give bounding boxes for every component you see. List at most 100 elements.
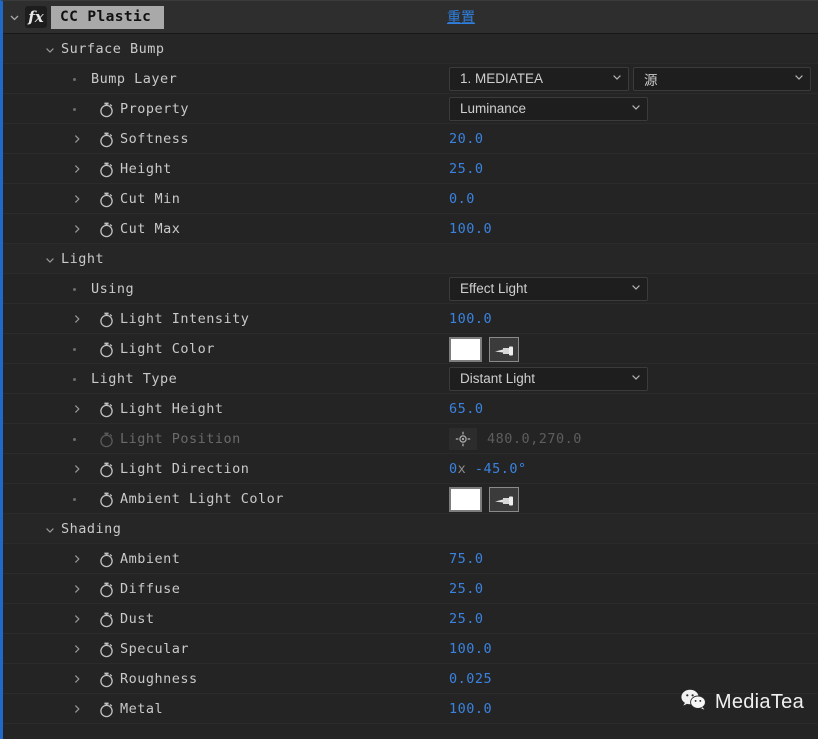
- chevron-right-icon[interactable]: [70, 614, 84, 626]
- property-value[interactable]: 20.0: [449, 131, 484, 147]
- chevron-right-icon[interactable]: [70, 164, 84, 176]
- stopwatch-icon[interactable]: [98, 131, 115, 148]
- property-row-bump-layer[interactable]: Bump Layer 1. MEDIATEA 源: [3, 64, 818, 94]
- dropdown-bump-layer[interactable]: 1. MEDIATEA: [449, 66, 629, 91]
- chevron-right-icon[interactable]: [70, 134, 84, 146]
- property-label: Ambient Light Color: [120, 490, 284, 507]
- property-value[interactable]: 100.0: [449, 701, 492, 717]
- chevron-down-icon[interactable]: [3, 12, 25, 23]
- property-row-light-height[interactable]: Light Height 65.0: [3, 394, 818, 424]
- dropdown-value: Luminance: [460, 101, 527, 116]
- group-row-surface-bump[interactable]: Surface Bump: [3, 34, 818, 64]
- property-label: Using: [91, 280, 135, 297]
- property-row-specular[interactable]: Specular 100.0: [3, 634, 818, 664]
- stopwatch-icon[interactable]: [98, 191, 115, 208]
- property-value[interactable]: 25.0: [449, 161, 484, 177]
- stopwatch-icon[interactable]: [98, 311, 115, 328]
- stopwatch-icon[interactable]: [98, 701, 115, 718]
- chevron-right-icon[interactable]: [70, 404, 84, 416]
- group-row-shading[interactable]: Shading: [3, 514, 818, 544]
- property-rows: Surface Bump Bump Layer 1. MEDIATEA 源 Proper…: [3, 34, 818, 739]
- property-row-light-type[interactable]: Light Type Distant Light: [3, 364, 818, 394]
- stopwatch-icon[interactable]: [98, 161, 115, 178]
- property-row-roughness[interactable]: Roughness 0.025: [3, 664, 818, 694]
- chevron-down-icon[interactable]: [43, 45, 57, 57]
- property-value[interactable]: 75.0: [449, 551, 484, 567]
- property-row-cut-min[interactable]: Cut Min 0.0: [3, 184, 818, 214]
- property-row-diffuse[interactable]: Diffuse 25.0: [3, 574, 818, 604]
- effect-header[interactable]: fx CC Plastic 重置: [3, 1, 818, 34]
- property-row-cut-max[interactable]: Cut Max 100.0: [3, 214, 818, 244]
- property-value[interactable]: 25.0: [449, 611, 484, 627]
- color-swatch[interactable]: [449, 487, 482, 512]
- property-row-ambient[interactable]: Ambient 75.0: [3, 544, 818, 574]
- stopwatch-icon[interactable]: [98, 401, 115, 418]
- property-value[interactable]: 100.0: [449, 221, 492, 237]
- reset-link[interactable]: 重置: [447, 7, 475, 27]
- stopwatch-icon[interactable]: [98, 341, 115, 358]
- property-row-light-color[interactable]: Light Color: [3, 334, 818, 364]
- stopwatch-icon[interactable]: [98, 641, 115, 658]
- stopwatch-icon[interactable]: [98, 611, 115, 628]
- stopwatch-icon[interactable]: [98, 491, 115, 508]
- chevron-right-icon[interactable]: [70, 674, 84, 686]
- bullet-icon: [73, 438, 76, 441]
- property-label: Dust: [120, 610, 155, 627]
- color-swatch[interactable]: [449, 337, 482, 362]
- stopwatch-icon[interactable]: [98, 221, 115, 238]
- property-row-metal[interactable]: Metal 100.0: [3, 694, 818, 724]
- property-row-dust[interactable]: Dust 25.0: [3, 604, 818, 634]
- property-row-property[interactable]: Property Luminance: [3, 94, 818, 124]
- property-row-light-direction[interactable]: Light Direction 0x -45.0°: [3, 454, 818, 484]
- chevron-right-icon[interactable]: [70, 194, 84, 206]
- eyedropper-icon[interactable]: [489, 487, 519, 512]
- property-value[interactable]: 480.0,270.0: [487, 431, 582, 447]
- stopwatch-icon[interactable]: [98, 431, 115, 448]
- bullet-icon: [73, 378, 76, 381]
- dropdown-property[interactable]: Luminance: [449, 96, 648, 121]
- property-label: Property: [120, 100, 190, 117]
- chevron-right-icon[interactable]: [70, 554, 84, 566]
- stopwatch-icon[interactable]: [98, 461, 115, 478]
- property-row-ambient-light-color[interactable]: Ambient Light Color: [3, 484, 818, 514]
- rotation-separator: x: [457, 460, 467, 477]
- property-row-height[interactable]: Height 25.0: [3, 154, 818, 184]
- rotation-revolutions: 0: [449, 460, 458, 477]
- dropdown-value: Effect Light: [460, 281, 528, 296]
- stopwatch-icon[interactable]: [98, 101, 115, 118]
- chevron-down-icon[interactable]: [43, 525, 57, 537]
- stopwatch-icon[interactable]: [98, 671, 115, 688]
- chevron-right-icon[interactable]: [70, 644, 84, 656]
- property-label: Specular: [120, 640, 190, 657]
- property-value[interactable]: 0.025: [449, 671, 492, 687]
- chevron-right-icon[interactable]: [70, 584, 84, 596]
- chevron-right-icon[interactable]: [70, 314, 84, 326]
- property-row-light-position[interactable]: Light Position 480.0,270.0: [3, 424, 818, 454]
- property-row-using[interactable]: Using Effect Light: [3, 274, 818, 304]
- effect-name[interactable]: CC Plastic: [51, 5, 165, 29]
- stopwatch-icon[interactable]: [98, 551, 115, 568]
- property-value[interactable]: 100.0: [449, 641, 492, 657]
- dropdown-using[interactable]: Effect Light: [449, 276, 648, 301]
- fx-icon[interactable]: fx: [25, 6, 47, 28]
- eyedropper-icon[interactable]: [489, 337, 519, 362]
- property-value[interactable]: 0.0: [449, 191, 475, 207]
- property-value[interactable]: 25.0: [449, 581, 484, 597]
- property-value[interactable]: 65.0: [449, 401, 484, 417]
- crosshair-icon[interactable]: [449, 428, 477, 450]
- property-row-light-intensity[interactable]: Light Intensity 100.0: [3, 304, 818, 334]
- chevron-right-icon[interactable]: [70, 464, 84, 476]
- stopwatch-icon[interactable]: [98, 581, 115, 598]
- chevron-right-icon[interactable]: [70, 224, 84, 236]
- property-value[interactable]: 0x -45.0°: [449, 461, 527, 477]
- group-label: Surface Bump: [61, 40, 165, 57]
- group-label: Shading: [61, 520, 122, 537]
- chevron-down-icon[interactable]: [43, 255, 57, 267]
- group-row-light[interactable]: Light: [3, 244, 818, 274]
- dropdown-bump-layer-source[interactable]: 源: [633, 66, 811, 91]
- dropdown-light-type[interactable]: Distant Light: [449, 366, 648, 391]
- chevron-down-icon: [631, 282, 641, 295]
- chevron-right-icon[interactable]: [70, 704, 84, 716]
- property-row-softness[interactable]: Softness 20.0: [3, 124, 818, 154]
- property-value[interactable]: 100.0: [449, 311, 492, 327]
